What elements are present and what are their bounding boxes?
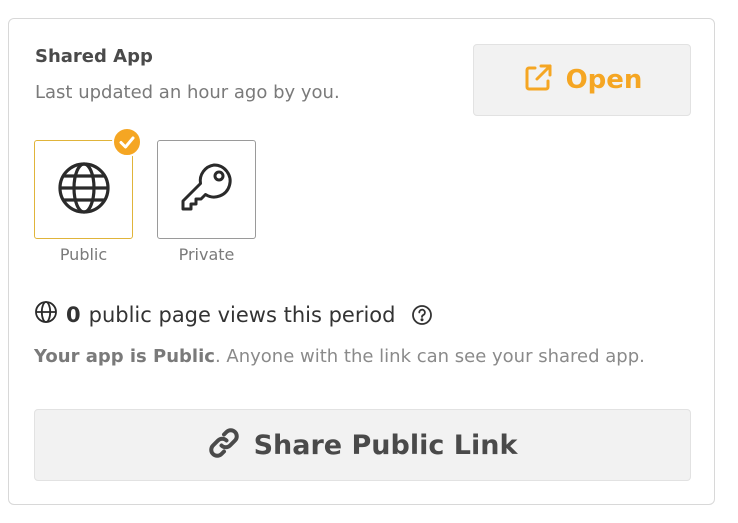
visibility-notice-rest: . Anyone with the link can see your shar… [214,346,645,367]
external-link-icon [522,62,554,98]
selected-check-icon [112,127,142,157]
visibility-notice-strong: Your app is Public [34,346,215,367]
share-public-link-button[interactable]: Share Public Link [34,409,691,481]
visibility-private-option[interactable] [157,140,256,239]
open-button[interactable]: Open [473,44,691,116]
globe-icon [34,300,58,329]
private-option-label: Private [178,245,235,264]
key-icon [178,159,236,221]
visibility-notice: Your app is Public. Anyone with the link… [34,344,674,369]
page-views-text: public page views this period [88,302,396,327]
share-public-link-label: Share Public Link [253,429,518,461]
panel-title: Shared App [35,46,153,67]
public-option-label: Public [59,245,108,264]
open-button-label: Open [565,65,643,95]
help-icon[interactable] [411,304,433,326]
last-updated-text: Last updated an hour ago by you. [35,82,340,103]
shared-app-panel: Shared App Last updated an hour ago by y… [8,18,715,505]
page-views-line: 0 public page views this period [34,300,433,329]
link-icon [208,427,240,463]
page-views-count: 0 [66,302,81,327]
visibility-public-option[interactable] [34,127,142,239]
globe-icon [56,160,112,220]
